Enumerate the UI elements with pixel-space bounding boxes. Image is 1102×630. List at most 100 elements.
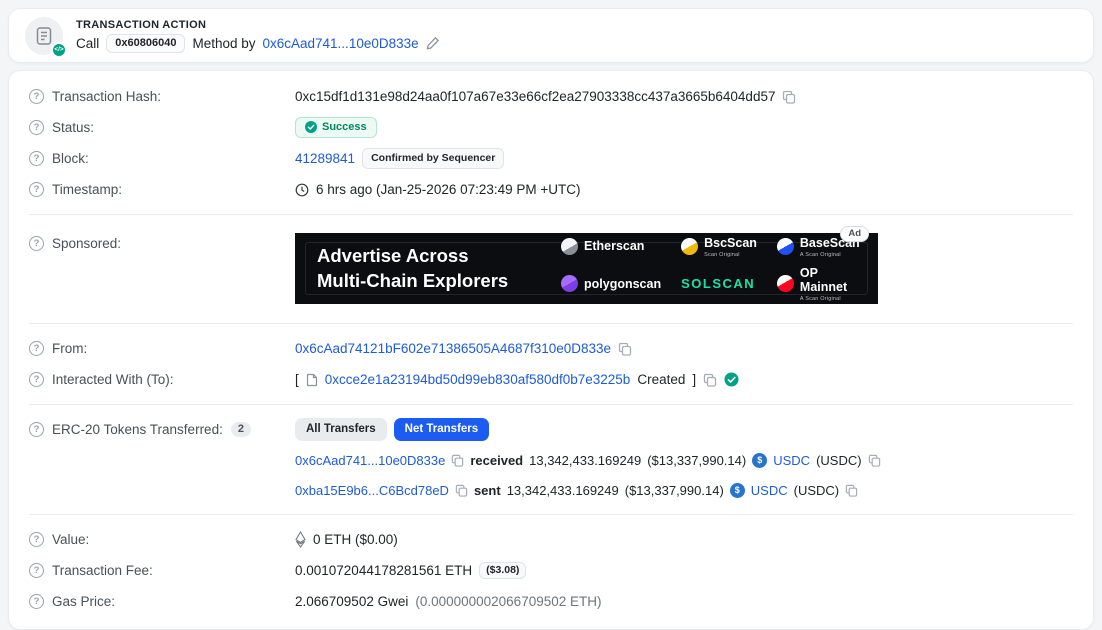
method-by-address-link[interactable]: 0x6cAad741...10e0D833e bbox=[263, 36, 419, 51]
polygonscan-icon bbox=[561, 275, 578, 292]
copy-icon[interactable] bbox=[455, 484, 468, 497]
help-icon[interactable] bbox=[29, 182, 44, 197]
sponsored-banner[interactable]: Advertise AcrossMulti-Chain Explorers Et… bbox=[295, 233, 878, 304]
bracket-open: [ bbox=[295, 372, 299, 387]
status-label: Status: bbox=[52, 120, 94, 135]
bracket-close: ] bbox=[692, 372, 696, 387]
token-symbol: (USDC) bbox=[816, 453, 862, 468]
copy-icon[interactable] bbox=[618, 342, 632, 356]
created-label: Created bbox=[637, 372, 685, 387]
help-icon[interactable] bbox=[29, 594, 44, 609]
gas-price-eth: (0.000000002066709502 ETH) bbox=[415, 594, 601, 609]
gas-price-row: Gas Price: 2.066709502 Gwei (0.000000002… bbox=[29, 586, 1073, 617]
op-mainnet-icon bbox=[777, 275, 794, 292]
erc20-transfers-row: ERC-20 Tokens Transferred: 2 All Transfe… bbox=[29, 414, 1073, 445]
transfer-row: 0x6cAad741...10e0D833e received 13,342,4… bbox=[295, 445, 1073, 475]
verified-check-icon bbox=[724, 372, 739, 387]
transfer-address-link[interactable]: 0xba15E9b6...C6Bcd78eD bbox=[295, 483, 449, 498]
transaction-action-card: TRANSACTION ACTION Call 0x60806040 Metho… bbox=[8, 8, 1094, 63]
timestamp-value: 6 hrs ago (Jan-25-2026 07:23:49 PM +UTC) bbox=[316, 182, 581, 197]
copy-icon[interactable] bbox=[845, 484, 858, 497]
divider bbox=[29, 214, 1073, 215]
token-link[interactable]: USDC bbox=[751, 483, 788, 498]
value-row: Value: 0 ETH ($0.00) bbox=[29, 524, 1073, 555]
copy-icon[interactable] bbox=[451, 454, 464, 467]
help-icon[interactable] bbox=[29, 341, 44, 356]
help-icon[interactable] bbox=[29, 532, 44, 547]
divider bbox=[29, 404, 1073, 405]
transfer-direction: received bbox=[470, 453, 523, 468]
bscscan-icon bbox=[681, 238, 698, 255]
transfer-address-link[interactable]: 0x6cAad741...10e0D833e bbox=[295, 453, 445, 468]
sponsored-row: Sponsored: Ad Advertise AcrossMulti-Chai… bbox=[29, 224, 1073, 314]
usdc-icon bbox=[752, 453, 767, 468]
to-address-link[interactable]: 0xcce2e1a23194bd50d99eb830af580df0b7e322… bbox=[325, 372, 631, 387]
help-icon[interactable] bbox=[29, 151, 44, 166]
copy-icon[interactable] bbox=[703, 373, 717, 387]
copy-icon[interactable] bbox=[868, 454, 881, 467]
status-badge: Success bbox=[295, 117, 377, 138]
help-icon[interactable] bbox=[29, 120, 44, 135]
usdc-icon bbox=[730, 483, 745, 498]
help-icon[interactable] bbox=[29, 89, 44, 104]
method-signature-badge: 0x60806040 bbox=[106, 34, 185, 53]
transfer-row: 0xba15E9b6...C6Bcd78eD sent 13,342,433.1… bbox=[295, 475, 1073, 505]
from-row: From: 0x6cAad74121bF602e71386505A4687f31… bbox=[29, 333, 1073, 364]
banner-headline: Advertise AcrossMulti-Chain Explorers bbox=[317, 244, 535, 293]
status-row: Status: Success bbox=[29, 112, 1073, 143]
sequencer-badge: Confirmed by Sequencer bbox=[362, 148, 504, 169]
eth-icon bbox=[295, 531, 306, 548]
transfer-usd: ($13,337,990.14) bbox=[625, 483, 724, 498]
transfer-count-badge: 2 bbox=[231, 422, 251, 437]
code-icon bbox=[51, 42, 67, 58]
block-number-link[interactable]: 41289841 bbox=[295, 151, 355, 166]
token-symbol: (USDC) bbox=[794, 483, 840, 498]
interacted-with-label: Interacted With (To): bbox=[52, 372, 174, 387]
timestamp-row: Timestamp: 6 hrs ago (Jan-25-2026 07:23:… bbox=[29, 174, 1073, 205]
op-mainnet-logo: OP MainnetA Scan Original bbox=[777, 266, 860, 302]
method-by-label: Method by bbox=[192, 36, 255, 51]
value-label: Value: bbox=[52, 532, 89, 547]
polygonscan-logo: polygonscan bbox=[561, 275, 661, 292]
transaction-details-card: Transaction Hash: 0xc15df1d131e98d24aa0f… bbox=[8, 70, 1094, 630]
sponsored-label: Sponsored: bbox=[52, 236, 121, 251]
from-address-link[interactable]: 0x6cAad74121bF602e71386505A4687f310e0D83… bbox=[295, 341, 611, 356]
tab-all-transfers[interactable]: All Transfers bbox=[295, 418, 387, 441]
tx-hash-label: Transaction Hash: bbox=[52, 89, 161, 104]
help-icon[interactable] bbox=[29, 563, 44, 578]
fee-amount: 0.001072044178281561 ETH bbox=[295, 563, 472, 578]
erc20-label: ERC-20 Tokens Transferred: bbox=[52, 422, 223, 437]
check-circle-icon bbox=[305, 121, 317, 133]
contract-file-icon bbox=[306, 373, 318, 387]
tx-hash-row: Transaction Hash: 0xc15df1d131e98d24aa0f… bbox=[29, 81, 1073, 112]
block-label: Block: bbox=[52, 151, 89, 166]
banner-logo-grid: Etherscan BscScanScan Original BaseScanA… bbox=[561, 236, 860, 302]
token-link[interactable]: USDC bbox=[773, 453, 810, 468]
basescan-icon bbox=[777, 238, 794, 255]
solscan-logo: SOLSCAN bbox=[681, 277, 757, 290]
help-icon[interactable] bbox=[29, 422, 44, 437]
ad-badge: Ad bbox=[840, 226, 869, 242]
gas-price-label: Gas Price: bbox=[52, 594, 115, 609]
copy-icon[interactable] bbox=[782, 90, 796, 104]
block-row: Block: 41289841 Confirmed by Sequencer bbox=[29, 143, 1073, 174]
help-icon[interactable] bbox=[29, 372, 44, 387]
transfer-amount: 13,342,433.169249 bbox=[529, 453, 641, 468]
fee-usd-badge: ($3.08) bbox=[479, 562, 526, 579]
timestamp-label: Timestamp: bbox=[52, 182, 122, 197]
transaction-fee-row: Transaction Fee: 0.001072044178281561 ET… bbox=[29, 555, 1073, 586]
action-verb: Call bbox=[76, 36, 99, 51]
help-icon[interactable] bbox=[29, 236, 44, 251]
gas-price-value: 2.066709502 Gwei bbox=[295, 594, 408, 609]
from-label: From: bbox=[52, 341, 87, 356]
interacted-with-row: Interacted With (To): [ 0xcce2e1a23194bd… bbox=[29, 364, 1073, 395]
divider bbox=[29, 514, 1073, 515]
divider bbox=[29, 323, 1073, 324]
page-title: TRANSACTION ACTION bbox=[76, 19, 440, 31]
edit-icon[interactable] bbox=[426, 36, 440, 50]
tx-hash-value: 0xc15df1d131e98d24aa0f107a67e33e66cf2ea2… bbox=[295, 89, 775, 104]
transfer-direction: sent bbox=[474, 483, 501, 498]
contract-avatar bbox=[25, 17, 63, 55]
tab-net-transfers[interactable]: Net Transfers bbox=[394, 418, 490, 441]
etherscan-logo: Etherscan bbox=[561, 238, 661, 255]
